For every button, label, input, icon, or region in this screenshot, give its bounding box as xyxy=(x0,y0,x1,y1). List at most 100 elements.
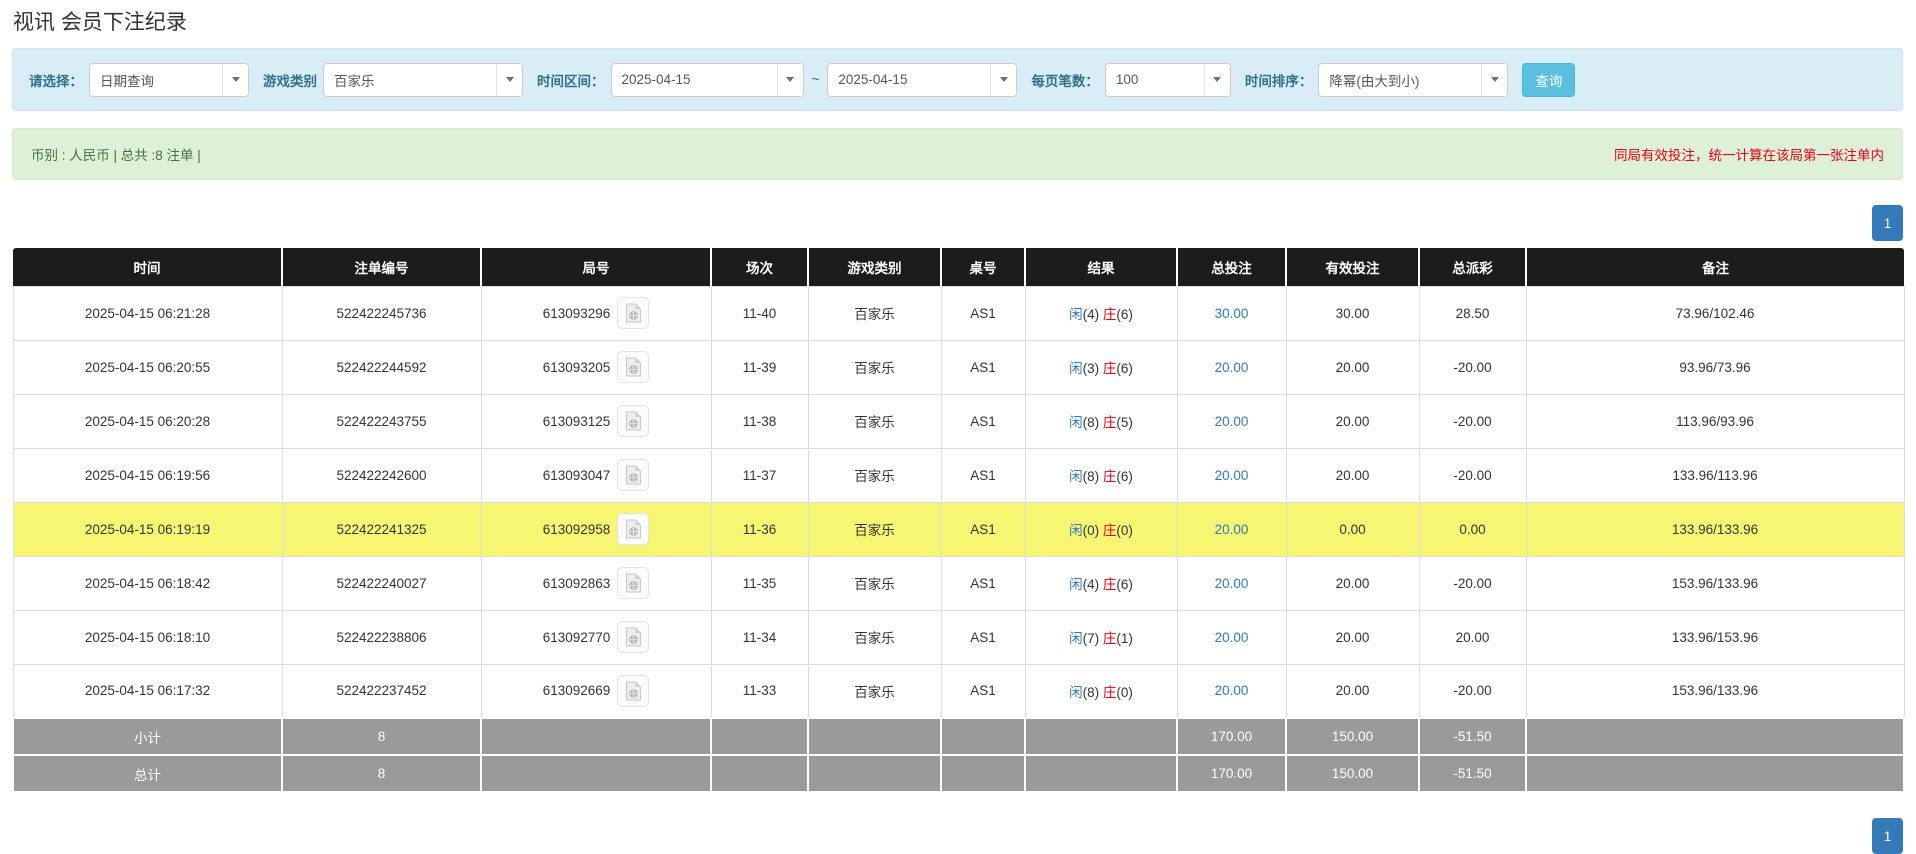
video-replay-button[interactable] xyxy=(617,513,649,545)
cell-total-bet[interactable]: 20.00 xyxy=(1177,340,1286,394)
page-title: 视讯 会员下注纪录 xyxy=(13,6,187,36)
cell-session: 11-40 xyxy=(711,286,808,340)
time-sort-select[interactable]: 降幂(由大到小) xyxy=(1318,63,1508,97)
cell-game-type: 百家乐 xyxy=(808,556,941,610)
table-total-row: 总计8170.00150.00-51.50 xyxy=(13,755,1904,792)
game-type-select[interactable]: 百家乐 xyxy=(323,63,523,97)
column-header-1: 注单编号 xyxy=(282,248,481,286)
cell-time: 2025-04-15 06:20:28 xyxy=(13,394,282,448)
table-row: 2025-04-15 06:18:42522422240027 613092863… xyxy=(13,556,1904,610)
pagination-page-1-top[interactable]: 1 xyxy=(1872,205,1903,241)
cell-table-no: AS1 xyxy=(941,556,1025,610)
total-bet-link[interactable]: 20.00 xyxy=(1215,522,1249,537)
chevron-down-icon[interactable] xyxy=(1204,64,1230,96)
total-cell-10 xyxy=(1526,718,1904,755)
banker-label: 庄 xyxy=(1103,361,1117,376)
round-number: 613093125 xyxy=(543,414,611,429)
player-label: 闲 xyxy=(1069,469,1083,484)
cell-payout: 0.00 xyxy=(1419,502,1526,556)
cell-note: 133.96/153.96 xyxy=(1526,610,1904,664)
cell-total-bet[interactable]: 20.00 xyxy=(1177,448,1286,502)
total-bet-link[interactable]: 20.00 xyxy=(1215,630,1249,645)
cell-total-bet[interactable]: 20.00 xyxy=(1177,394,1286,448)
video-file-icon xyxy=(625,627,642,647)
player-label: 闲 xyxy=(1069,631,1083,646)
cell-bet-id: 522422241325 xyxy=(282,502,481,556)
query-type-label: 请选择： xyxy=(29,70,83,90)
total-cell-9: -51.50 xyxy=(1419,755,1526,792)
chevron-down-icon[interactable] xyxy=(777,64,803,96)
chevron-down-icon[interactable] xyxy=(222,64,248,96)
table-footer: 小计8170.00150.00-51.50总计8170.00150.00-51.… xyxy=(13,718,1904,792)
chevron-down-icon[interactable] xyxy=(1481,64,1507,96)
round-number: 613093205 xyxy=(543,360,611,375)
column-header-6: 结果 xyxy=(1025,248,1177,286)
cell-round-id: 613092863 xyxy=(481,556,711,610)
total-bet-link[interactable]: 20.00 xyxy=(1215,414,1249,429)
chevron-down-icon[interactable] xyxy=(496,64,522,96)
date-from-select[interactable]: 2025-04-15 xyxy=(611,63,804,97)
video-replay-button[interactable] xyxy=(617,297,649,329)
date-to-select[interactable]: 2025-04-15 xyxy=(827,63,1017,97)
cell-time: 2025-04-15 06:18:42 xyxy=(13,556,282,610)
player-label: 闲 xyxy=(1069,523,1083,538)
table-row: 2025-04-15 06:20:28522422243755613093125… xyxy=(13,394,1904,448)
cell-bet-id: 522422240027 xyxy=(282,556,481,610)
cell-valid-bet: 0.00 xyxy=(1286,502,1419,556)
cell-total-bet[interactable]: 20.00 xyxy=(1177,610,1286,664)
video-replay-button[interactable] xyxy=(617,405,649,437)
total-cell-0: 总计 xyxy=(13,755,282,792)
video-replay-button[interactable] xyxy=(617,351,649,383)
video-replay-button[interactable] xyxy=(617,621,649,653)
total-bet-link[interactable]: 20.00 xyxy=(1215,360,1249,375)
table-row: 2025-04-15 06:18:10522422238806613092770… xyxy=(13,610,1904,664)
total-cell-7: 170.00 xyxy=(1177,755,1286,792)
query-type-select[interactable]: 日期查询 xyxy=(89,63,249,97)
total-cell-1: 8 xyxy=(282,755,481,792)
player-label: 闲 xyxy=(1069,685,1083,700)
cell-total-bet[interactable]: 20.00 xyxy=(1177,502,1286,556)
cell-note: 133.96/113.96 xyxy=(1526,448,1904,502)
total-bet-link[interactable]: 20.00 xyxy=(1215,576,1249,591)
cell-total-bet[interactable]: 30.00 xyxy=(1177,286,1286,340)
table-row: 2025-04-15 06:19:56522422242600613093047… xyxy=(13,448,1904,502)
total-cell-6 xyxy=(1025,718,1177,755)
cell-note: 153.96/133.96 xyxy=(1526,556,1904,610)
cell-round-id: 613093205 xyxy=(481,340,711,394)
video-replay-button[interactable] xyxy=(617,567,649,599)
video-replay-button[interactable] xyxy=(617,459,649,491)
cell-payout: -20.00 xyxy=(1419,340,1526,394)
cell-payout: -20.00 xyxy=(1419,556,1526,610)
cell-total-bet[interactable]: 20.00 xyxy=(1177,556,1286,610)
total-bet-link[interactable]: 20.00 xyxy=(1215,468,1249,483)
cell-game-type: 百家乐 xyxy=(808,394,941,448)
round-number: 613092863 xyxy=(543,576,611,591)
round-number: 613092669 xyxy=(543,683,611,698)
query-button[interactable]: 查询 xyxy=(1522,63,1575,97)
video-file-icon xyxy=(625,573,642,593)
total-cell-5 xyxy=(941,755,1025,792)
cell-table-no: AS1 xyxy=(941,448,1025,502)
cell-total-bet[interactable]: 20.00 xyxy=(1177,664,1286,718)
cell-valid-bet: 20.00 xyxy=(1286,340,1419,394)
chevron-down-icon[interactable] xyxy=(990,64,1016,96)
cell-result: 闲(8) 庄(0) xyxy=(1025,664,1177,718)
page-size-select[interactable]: 100 xyxy=(1105,63,1231,97)
total-bet-link[interactable]: 30.00 xyxy=(1215,306,1249,321)
table-header: 时间注单编号局号场次游戏类别桌号结果总投注有效投注总派彩备注 xyxy=(13,248,1904,286)
total-cell-5 xyxy=(941,718,1025,755)
pagination-page-1-bottom[interactable]: 1 xyxy=(1872,818,1903,854)
cell-game-type: 百家乐 xyxy=(808,340,941,394)
filter-bar: 请选择： 日期查询 游戏类别 百家乐 时间区间： 2025-04-15 ~ 20… xyxy=(12,48,1903,111)
video-file-icon xyxy=(625,681,642,701)
cell-time: 2025-04-15 06:19:56 xyxy=(13,448,282,502)
total-bet-link[interactable]: 20.00 xyxy=(1215,683,1249,698)
cell-bet-id: 522422245736 xyxy=(282,286,481,340)
banker-label: 庄 xyxy=(1103,415,1117,430)
column-header-10: 备注 xyxy=(1526,248,1904,286)
round-number: 613092958 xyxy=(543,522,611,537)
video-replay-button[interactable] xyxy=(617,675,649,707)
cell-game-type: 百家乐 xyxy=(808,448,941,502)
cell-table-no: AS1 xyxy=(941,340,1025,394)
column-header-8: 有效投注 xyxy=(1286,248,1419,286)
